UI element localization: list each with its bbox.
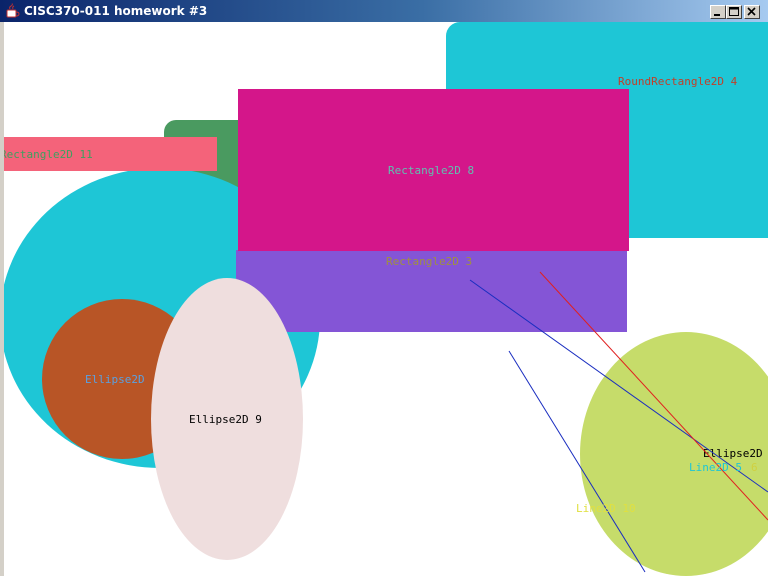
close-icon xyxy=(747,7,756,16)
brown-ellipse-label: Ellipse2D xyxy=(85,373,145,386)
minimize-button[interactable] xyxy=(710,5,726,19)
rectangle-2d-3-label: Rectangle2D 3 xyxy=(386,255,472,268)
maximize-button[interactable] xyxy=(726,5,742,19)
green-ellipse-label: Ellipse2D xyxy=(703,447,763,460)
line-2d-6-label: 6 xyxy=(751,461,758,474)
rectangle-2d-11-label: Rectangle2D 11 xyxy=(4,148,93,161)
minimize-icon xyxy=(714,14,720,16)
shapes-canvas: RoundRectangle2D 4 Rectangle2D 11 Rectan… xyxy=(4,22,768,576)
maximize-icon xyxy=(729,7,739,16)
java-cup-icon xyxy=(6,3,20,18)
drawing-canvas: RoundRectangle2D 4 Rectangle2D 11 Rectan… xyxy=(4,22,768,576)
round-rectangle-2d-4-label: RoundRectangle2D 4 xyxy=(618,75,738,88)
rectangle-2d-8-label: Rectangle2D 8 xyxy=(388,164,474,177)
line-2d-5-label: Line2D 5 xyxy=(689,461,742,474)
close-button[interactable] xyxy=(744,5,760,19)
line-2d-10-label: Line2D 10 xyxy=(576,502,636,515)
app-window: CISC370-011 homework #3 RoundRectangle2D… xyxy=(0,0,768,576)
ellipse-2d-9-label: Ellipse2D 9 xyxy=(189,413,262,426)
title-bar[interactable]: CISC370-011 homework #3 xyxy=(0,0,768,22)
window-title: CISC370-011 homework #3 xyxy=(24,4,208,18)
